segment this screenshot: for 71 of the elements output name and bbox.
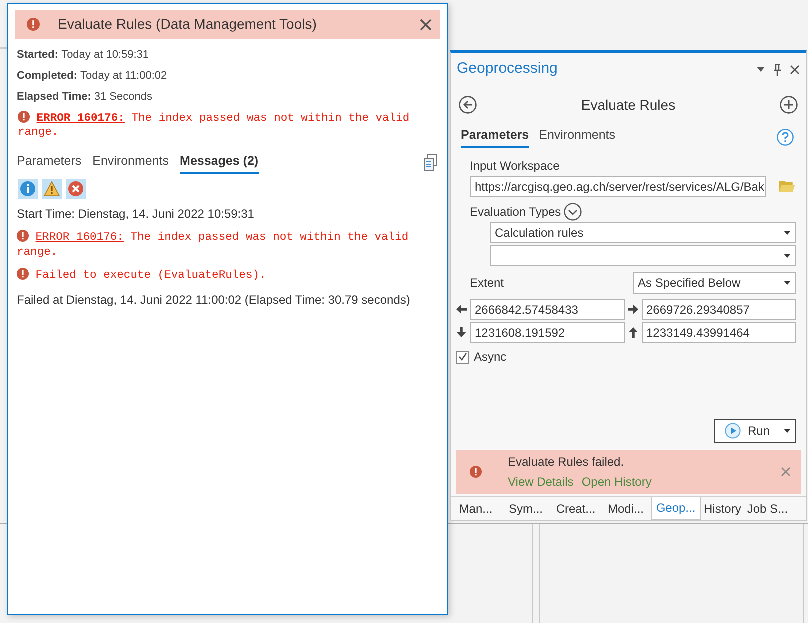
pane-tab[interactable]: Job S... — [744, 497, 792, 520]
caret-icon — [784, 230, 791, 234]
message-text: Failed at Dienstag, 14. Juni 2022 11:00:02 (Elapsed Time: 30.79 seconds) — [17, 292, 412, 309]
input-field[interactable]: https://arcgisq.geo.ag.ch/server/rest/services/ALG/Bak — [470, 176, 766, 197]
pane-tab[interactable]: Modi... — [601, 497, 651, 520]
arrow-icon — [456, 304, 467, 315]
warning-icon — [44, 180, 60, 197]
close-icon[interactable] — [420, 18, 432, 30]
caret-icon — [784, 281, 791, 285]
summary-label: Completed: — [17, 69, 78, 84]
back-icon[interactable] — [459, 96, 477, 114]
filter-toggle[interactable] — [66, 178, 86, 199]
error-icon — [470, 466, 482, 478]
dropdown[interactable]: As Specified Below — [633, 272, 796, 294]
pane-tab[interactable]: History — [701, 497, 744, 520]
arrow-icon — [456, 327, 467, 338]
message-text: Start Time: Dienstag, 14. Juni 2022 10:59:31 — [17, 206, 256, 223]
popup-title: Evaluate Rules (Data Management Tools) — [58, 15, 317, 34]
copy-icon[interactable] — [424, 154, 438, 171]
summary-label: Started: — [17, 48, 59, 64]
error-icon — [68, 180, 84, 197]
add-icon[interactable] — [780, 96, 798, 114]
pane-tab[interactable]: Sym... — [501, 497, 551, 520]
summary-value: 31 Seconds — [94, 90, 152, 106]
tab[interactable]: Environments — [92, 152, 170, 174]
summary-value: Today at 10:59:31 — [62, 48, 150, 64]
chevron-icon[interactable] — [564, 203, 582, 221]
error-message: ERROR 160176: The index passed was not within the valid range. — [17, 111, 411, 140]
pane-tab[interactable]: Man... — [451, 497, 501, 520]
error-message: ERROR 160176: The index passed was not within the valid range. — [17, 230, 410, 261]
pane-tab[interactable]: Geop... — [651, 497, 701, 520]
dropdown[interactable]: Calculation rules — [490, 222, 796, 243]
play-icon — [725, 423, 741, 439]
filter-toggle[interactable] — [18, 178, 38, 199]
coordinate-field[interactable]: 2669726.29340857 — [642, 299, 796, 320]
field-label: Extent — [470, 275, 504, 292]
error-icon — [17, 230, 29, 242]
notification-text: Evaluate Rules failed. — [508, 454, 626, 471]
error-code-link[interactable]: ERROR 160176: — [36, 232, 124, 244]
tab[interactable]: Messages (2) — [180, 152, 259, 174]
tab[interactable]: Environments — [539, 126, 616, 148]
summary-value: Today at 11:00:02 — [80, 69, 168, 84]
checkbox[interactable] — [456, 350, 469, 364]
error-message: Failed to execute (EvaluateRules). — [17, 268, 440, 284]
arrow-icon — [628, 327, 638, 338]
caret-icon — [784, 254, 791, 258]
coordinate-field[interactable]: 1233149.43991464 — [642, 322, 796, 343]
summary-label: Elapsed Time: — [17, 90, 92, 106]
error-icon — [27, 18, 40, 31]
field-label: Evaluation Types — [470, 204, 562, 221]
caret-icon[interactable] — [757, 67, 765, 72]
error-icon — [18, 111, 30, 123]
tab[interactable]: Parameters — [461, 126, 530, 148]
arrow-icon — [628, 304, 638, 315]
caret-icon — [784, 429, 791, 433]
field-label: Input Workspace — [470, 158, 561, 175]
coordinate-field[interactable]: 1231608.191592 — [470, 322, 624, 343]
pin-icon[interactable] — [773, 64, 782, 76]
error-icon — [17, 268, 29, 280]
tool-title: Evaluate Rules — [581, 96, 676, 114]
filter-toggle[interactable] — [42, 178, 62, 199]
close-icon[interactable] — [790, 64, 800, 74]
run-button[interactable]: Run — [714, 419, 796, 443]
coordinate-field[interactable]: 2666842.57458433 — [470, 299, 624, 320]
tab[interactable]: Parameters — [17, 152, 82, 174]
info-icon — [20, 180, 36, 197]
help-icon[interactable] — [777, 128, 794, 146]
checkbox-label: Async — [474, 349, 507, 366]
error-code-link[interactable]: ERROR 160176: — [36, 113, 125, 125]
pane-tab[interactable]: Creat... — [551, 497, 601, 520]
pane-title: Geoprocessing — [457, 59, 558, 80]
